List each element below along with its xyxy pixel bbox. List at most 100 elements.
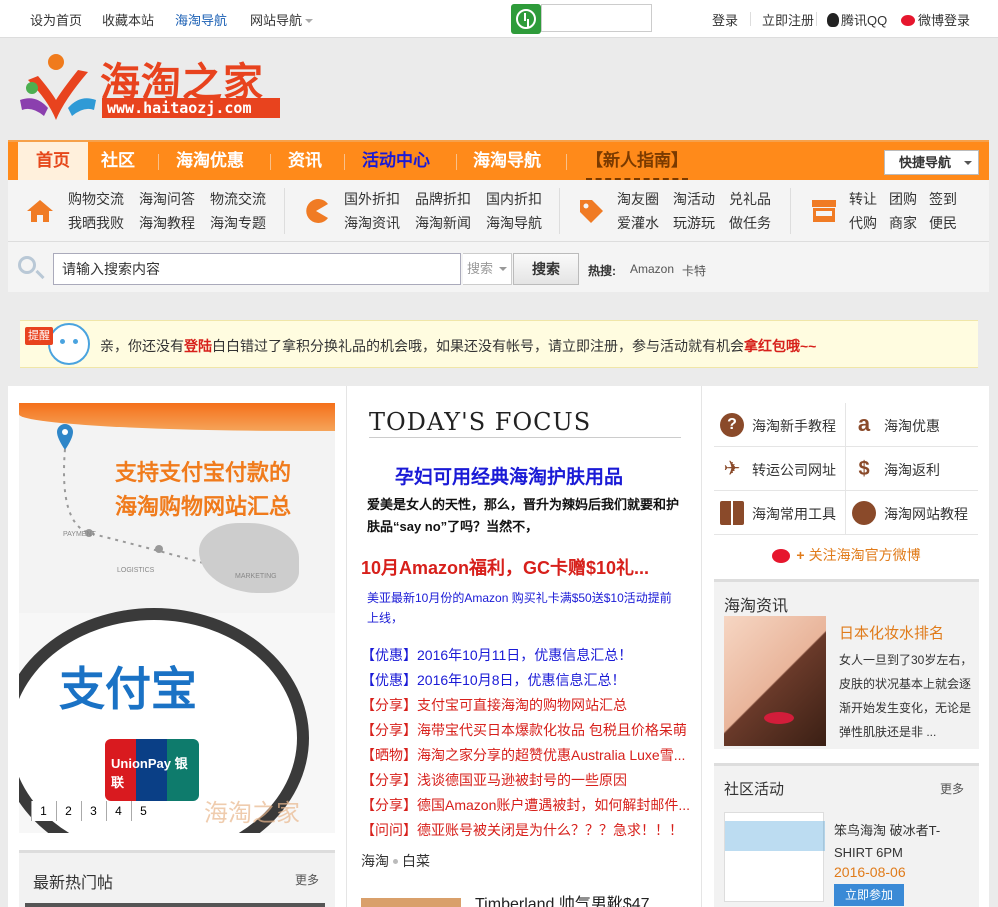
focus-tag[interactable]: 海淘 — [361, 853, 389, 869]
notice-text-1: 亲，你还没有 — [100, 338, 184, 354]
subnav-link[interactable]: 玩游玩 — [673, 213, 715, 233]
focus-tag[interactable]: 白菜 — [402, 853, 430, 869]
nav-item-events[interactable]: 活动中心 — [362, 142, 430, 180]
divider — [816, 12, 817, 26]
focus-list-item[interactable]: 【分享】德国Amazon账户遭遇被封，如何解封邮件... — [361, 795, 690, 815]
focus-list-item[interactable]: 【分享】海带宝代买日本爆款化妆品 包税且价格呆萌 — [361, 720, 687, 740]
slider-dot[interactable]: 1 — [31, 801, 55, 821]
tool-label: 海淘新手教程 — [752, 418, 836, 434]
subnav-link[interactable]: 海淘教程 — [139, 213, 195, 233]
tool-newbie-tutorial[interactable]: ? 海淘新手教程 — [714, 403, 846, 447]
subnav-link[interactable]: 兑礼品 — [729, 189, 771, 209]
slide-label: MARKETING — [235, 573, 277, 580]
subnav-link[interactable]: 海淘资讯 — [344, 213, 400, 233]
hot-posts-more-link[interactable]: 更多 — [295, 871, 319, 888]
bookmark-link[interactable]: 收藏本站 — [102, 10, 154, 29]
banner-slider[interactable]: 支持支付宝付款的 海淘购物网站汇总 PAYMENT LOGISTICS MARK… — [19, 403, 335, 833]
news-headline[interactable]: 日本化妆水排名 — [839, 622, 944, 643]
nav-item-deals[interactable]: 海淘优惠 — [176, 142, 244, 180]
subnav-link[interactable]: 国外折扣 — [344, 189, 400, 209]
hot-search-tag[interactable]: 卡特 — [682, 262, 706, 279]
nav-item-newbie-guide[interactable]: 【新人指南】 — [586, 142, 688, 180]
search-input[interactable] — [53, 253, 461, 285]
notice-register-link[interactable]: 立即注册 — [562, 338, 618, 354]
subnav-link[interactable]: 转让 — [849, 189, 877, 209]
top-search-box[interactable] — [541, 4, 652, 32]
home-icon — [27, 200, 53, 222]
qq-login-link[interactable]: 腾讯QQ — [827, 10, 887, 29]
focus-list-item[interactable]: 【晒物】海淘之家分享的超赞优惠Australia Luxe雪... — [361, 745, 685, 765]
subnav-link[interactable]: 品牌折扣 — [415, 189, 471, 209]
community-event-image[interactable] — [724, 812, 825, 902]
hot-post-thumbnail — [25, 903, 325, 907]
tool-cashback[interactable]: $ 海淘返利 — [846, 447, 978, 491]
focus-list-item[interactable]: 【分享】浅谈德国亚马逊被封号的一些原因 — [361, 770, 627, 790]
tool-forwarder-sites[interactable]: ✈ 转运公司网址 — [714, 447, 846, 491]
slide-label: PAYMENT — [63, 531, 96, 538]
site-nav-link[interactable]: 网站导航 — [250, 10, 314, 29]
alipay-logo: 支付宝 — [59, 662, 197, 716]
subnav-link[interactable]: 我晒我败 — [68, 213, 124, 233]
subnav-link[interactable]: 购物交流 — [68, 189, 124, 209]
subnav-link[interactable]: 淘活动 — [673, 189, 715, 209]
news-image[interactable] — [724, 616, 826, 746]
subnav-link[interactable]: 便民 — [929, 213, 957, 233]
slider-dot[interactable]: 2 — [56, 801, 80, 821]
tools-grid-icon — [720, 501, 744, 525]
right-column: ? 海淘新手教程 a 海淘优惠 ✈ 转运公司网址 $ 海淘返利 海淘常用工具 海淘网站教… — [714, 403, 979, 907]
focus-list-item[interactable]: 【分享】支付宝可直接海淘的购物网站汇总 — [361, 695, 627, 715]
logo-url: www.haitaozj.com — [102, 98, 280, 118]
site-logo[interactable]: 海淘之家 www.haitaozj.com — [18, 50, 283, 122]
focus-list-item[interactable]: 【问问】德亚账号被关闭是为什么？？？急求！！！ — [361, 820, 683, 840]
subnav-link[interactable]: 商家 — [889, 213, 917, 233]
notice-login-link[interactable]: 登陆 — [184, 338, 212, 354]
subnav-link[interactable]: 做任务 — [729, 213, 771, 233]
tool-site-tutorials[interactable]: 海淘网站教程 — [846, 491, 978, 535]
subnav-link[interactable]: 海淘专题 — [210, 213, 266, 233]
set-home-link[interactable]: 设为首页 — [30, 10, 82, 29]
search-button[interactable]: 搜索 — [513, 253, 579, 285]
weibo-login-link[interactable]: 微博登录 — [901, 10, 970, 29]
timberland-link[interactable]: Timberland 帅气男靴$47 — [475, 890, 650, 907]
focus-headline-1[interactable]: 孕妇可用经典海淘护肤用品 — [395, 462, 623, 489]
nav-item-community[interactable]: 社区 — [101, 142, 135, 180]
follow-weibo-link[interactable]: + 关注海淘官方微博 — [714, 535, 979, 575]
join-now-button[interactable]: 立即参加 — [834, 884, 904, 906]
subnav-link[interactable]: 物流交流 — [210, 189, 266, 209]
subnav-link[interactable]: 海淘导航 — [486, 213, 542, 233]
nav-item-haitao-nav[interactable]: 海淘导航 — [473, 142, 541, 180]
slider-dot[interactable]: 4 — [106, 801, 130, 821]
quick-nav-dropdown[interactable]: 快捷导航 — [884, 150, 979, 175]
slider-dot[interactable]: 3 — [81, 801, 105, 821]
community-more-link[interactable]: 更多 — [940, 780, 964, 797]
divider — [369, 437, 681, 438]
notice-redpacket-text: 拿红包哦~~ — [744, 338, 817, 354]
tool-common-tools[interactable]: 海淘常用工具 — [714, 491, 846, 535]
subnav-link[interactable]: 淘友圈 — [617, 189, 659, 209]
focus-headline-2[interactable]: 10月Amazon福利，GC卡赠$10礼... — [361, 554, 649, 580]
nav-separator — [566, 154, 567, 170]
nav-item-home[interactable]: 首页 — [18, 142, 88, 180]
login-link[interactable]: 登录 — [712, 10, 738, 29]
subnav-link[interactable]: 爱灌水 — [617, 213, 659, 233]
community-event-date: 2016-08-06 — [834, 864, 906, 880]
community-event-title[interactable]: 笨鸟海淘 破冰者T-SHIRT 6PM — [834, 820, 974, 864]
nav-separator — [456, 154, 457, 170]
subnav-link[interactable]: 国内折扣 — [486, 189, 542, 209]
slider-dot[interactable]: 5 — [131, 801, 155, 821]
tool-haitao-deals[interactable]: a 海淘优惠 — [846, 403, 978, 447]
clock-icon[interactable] — [511, 4, 541, 34]
focus-list-item[interactable]: 【优惠】2016年10月11日，优惠信息汇总！ — [361, 645, 632, 665]
subnav-link[interactable]: 签到 — [929, 189, 957, 209]
subnav-link[interactable]: 海淘新闻 — [415, 213, 471, 233]
subnav-link[interactable]: 团购 — [889, 189, 917, 209]
divider — [750, 12, 751, 26]
register-link[interactable]: 立即注册 — [762, 10, 814, 29]
focus-list-item[interactable]: 【优惠】2016年10月8日，优惠信息汇总！ — [361, 670, 626, 690]
hot-search-tag[interactable]: Amazon — [630, 262, 674, 276]
search-type-select[interactable]: 搜索 — [463, 253, 512, 285]
subnav-link[interactable]: 海淘问答 — [139, 189, 195, 209]
haitao-nav-link[interactable]: 海淘导航 — [175, 10, 227, 29]
subnav-link[interactable]: 代购 — [849, 213, 877, 233]
nav-item-news[interactable]: 资讯 — [288, 142, 322, 180]
